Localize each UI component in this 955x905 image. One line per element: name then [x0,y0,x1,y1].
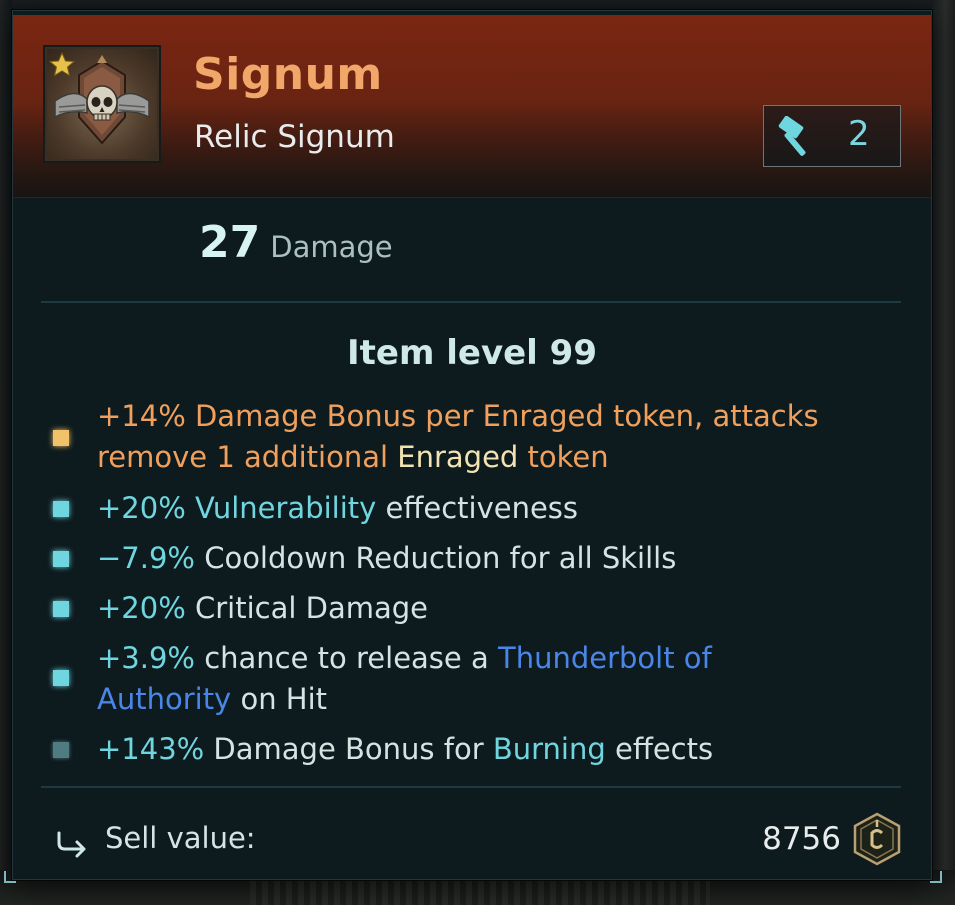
sell-value: 8756 [762,821,841,857]
affix-line: Authority on Hit [97,679,897,720]
tier-value: 2 [848,114,870,154]
affix-value: −7.9% [97,541,195,575]
item-type: Relic Signum [194,119,395,155]
affix-line: +3.9% chance to release a Thunderbolt of [97,638,897,679]
damage-value: 27 [199,217,261,268]
affix-text: −7.9% Cooldown Reduction for all Skills [97,538,897,579]
affix-text: +3.9% chance to release a Thunderbolt of… [97,638,897,720]
item-tooltip: Signum Relic Signum 2 27 Damage Item lev… [4,10,942,883]
affix-keyword: Burning [492,732,606,766]
background-right-edge [930,0,955,905]
item-icon-frame[interactable] [43,45,161,163]
affix-row: +14% Damage Bonus per Enraged token, att… [53,396,903,478]
affix-bullet [53,670,69,686]
affix-text: +143% Damage Bonus for Burning effects [97,729,897,770]
hammer-icon [778,116,806,156]
sell-label: Sell value: [105,821,256,855]
item-level: Item level 99 [347,333,597,373]
affix-fragment: remove 1 additional [97,440,398,474]
affix-line: +14% Damage Bonus per Enraged token, att… [97,399,819,433]
affix-bullet [53,742,69,758]
affix-line: remove 1 additional Enraged token [97,437,897,478]
affix-bullet [53,501,69,517]
damage-label: Damage [270,230,393,264]
skull-winged-emblem-icon [48,51,150,145]
item-name: Signum [193,49,383,100]
affix-text: +14% Damage Bonus per Enraged token, att… [97,396,897,478]
affix-fragment: chance to release a [194,641,498,675]
background-left-edge [0,0,12,905]
affix-fragment: on Hit [231,682,328,716]
affix-keyword: Enraged [397,440,519,474]
affix-fragment: Critical Damage [185,591,429,625]
affix-text: +20% Vulnerability effectiveness [97,488,897,529]
affix-bullet [53,551,69,567]
affix-fragment: effectiveness [376,491,579,525]
credit-coin-icon [853,812,901,866]
affix-value: +20% [97,591,186,625]
affix-fragment: Cooldown Reduction for all Skills [194,541,677,575]
affix-bullet [53,430,69,446]
skill-link[interactable]: Authority [97,682,231,716]
affix-row: +3.9% chance to release a Thunderbolt of… [53,638,903,720]
star-icon [48,51,76,77]
return-arrow-icon [57,831,86,858]
tier-badge: 2 [763,105,901,167]
affix-row: +143% Damage Bonus for Burning effects [53,729,903,770]
damage-stat: 27 Damage [199,217,393,277]
divider [41,786,901,788]
affix-keyword: Vulnerability [185,491,377,525]
affix-value: +3.9% [97,641,195,675]
sell-value-row: Sell value: 8756 [53,811,903,871]
affix-text: +20% Critical Damage [97,588,897,629]
affix-row: +20% Vulnerability effectiveness [53,488,903,529]
affix-bullet [53,601,69,617]
skill-link[interactable]: Thunderbolt of [498,641,712,675]
affix-value: +20% [97,491,186,525]
affix-value: +143% [97,732,205,766]
affix-fragment: effects [605,732,714,766]
affix-row: −7.9% Cooldown Reduction for all Skills [53,538,903,579]
affix-row: +20% Critical Damage [53,588,903,629]
item-header: Signum Relic Signum 2 [13,15,931,198]
affix-fragment: Damage Bonus for [204,732,493,766]
corner-bracket-left [4,871,16,883]
corner-bracket-right [930,871,942,883]
divider [41,301,901,303]
affix-fragment: token [518,440,609,474]
